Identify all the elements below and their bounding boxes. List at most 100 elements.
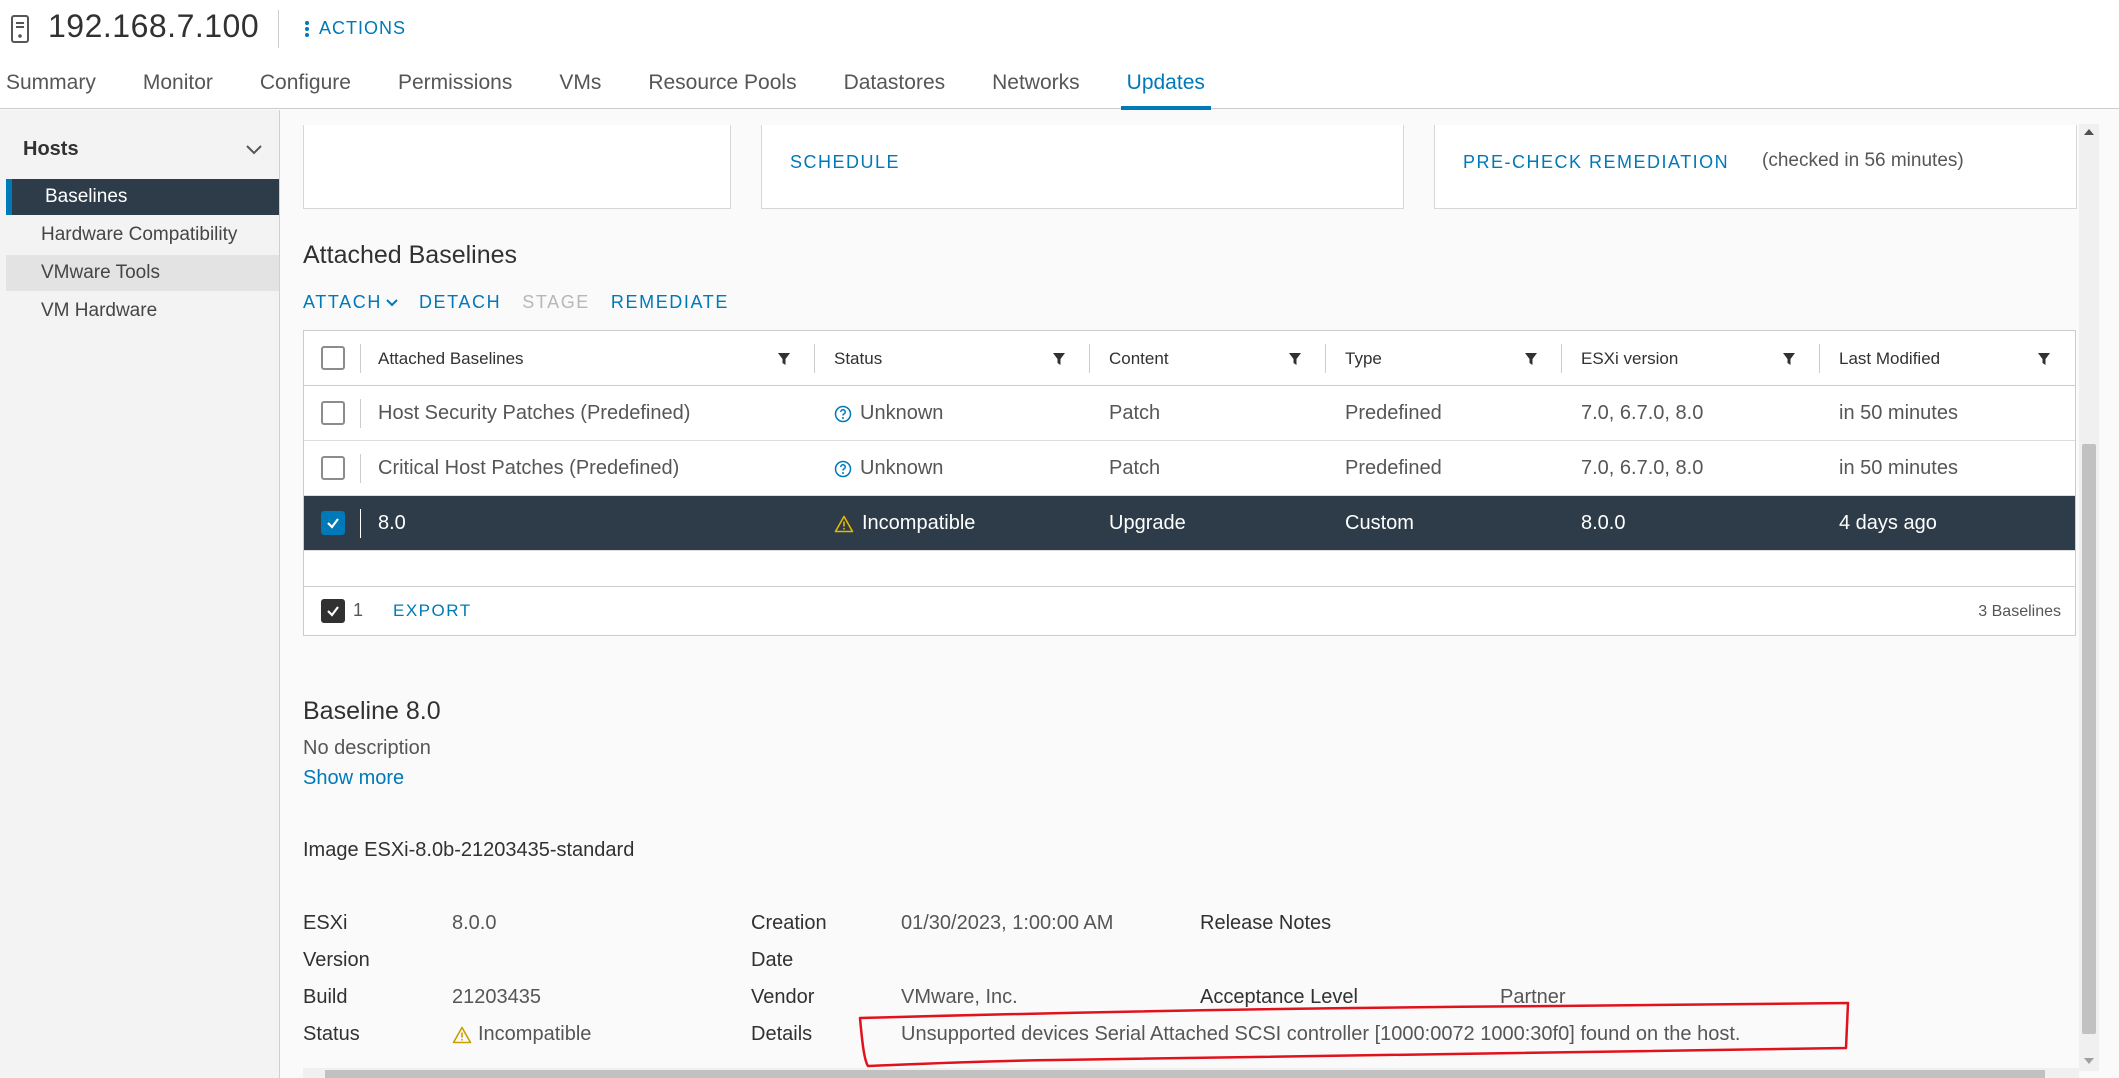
column-header-type[interactable]: Type <box>1345 331 1382 386</box>
status-text: Unknown <box>860 402 944 424</box>
filter-icon[interactable] <box>1524 352 1538 366</box>
horizontal-scrollbar-thumb[interactable] <box>325 1070 2045 1078</box>
column-header-esxi-version[interactable]: ESXi version <box>1581 331 1678 386</box>
baseline-content: Patch <box>1109 457 1161 479</box>
table-row[interactable]: Critical Host Patches (Predefined) Unkno… <box>304 441 2075 496</box>
column-header-attached-baselines[interactable]: Attached Baselines <box>378 331 524 386</box>
tab-vms[interactable]: VMs <box>553 66 607 109</box>
baseline-esxi-version: 7.0, 6.7.0, 8.0 <box>1581 457 1704 479</box>
baseline-last-modified: 4 days ago <box>1839 512 1937 534</box>
column-header-content[interactable]: Content <box>1109 331 1169 386</box>
question-circle-icon <box>834 405 852 423</box>
question-circle-icon <box>834 460 852 478</box>
acceptance-level-label: Acceptance Level <box>1200 986 1358 1008</box>
column-header-last-modified[interactable]: Last Modified <box>1839 331 1940 386</box>
chevron-down-icon <box>246 144 262 154</box>
precheck-remediation-link[interactable]: PRE-CHECK REMEDIATION <box>1463 152 1729 173</box>
tab-monitor[interactable]: Monitor <box>137 66 219 109</box>
filter-icon[interactable] <box>777 352 791 366</box>
kebab-icon <box>305 19 311 39</box>
version-label: Version <box>303 949 370 971</box>
detach-button[interactable]: DETACH <box>419 292 501 313</box>
select-all-checkbox[interactable] <box>321 346 345 370</box>
baseline-name: Critical Host Patches (Predefined) <box>378 457 680 479</box>
remediate-button[interactable]: REMEDIATE <box>611 292 729 313</box>
vertical-scrollbar-thumb[interactable] <box>2082 444 2096 1034</box>
scroll-down-icon[interactable] <box>2079 1053 2099 1069</box>
baseline-esxi-version: 8.0.0 <box>1581 512 1626 534</box>
actions-label: ACTIONS <box>319 18 407 38</box>
build-label: Build <box>303 986 348 1008</box>
show-more-link[interactable]: Show more <box>303 767 404 790</box>
object-header: 192.168.7.100 ACTIONS Summary Monitor Co… <box>0 0 2119 110</box>
filter-icon[interactable] <box>1288 352 1302 366</box>
filter-icon[interactable] <box>1052 352 1066 366</box>
status-value: Incompatible <box>452 1023 591 1046</box>
attach-button[interactable]: ATTACH <box>303 292 398 313</box>
details-label: Details <box>751 1023 813 1045</box>
baseline-last-modified: in 50 minutes <box>1839 402 1958 424</box>
attached-baselines-title: Attached Baselines <box>303 241 518 269</box>
tab-permissions[interactable]: Permissions <box>392 66 518 109</box>
row-checkbox-checked[interactable] <box>321 511 345 535</box>
row-checkbox[interactable] <box>321 456 345 480</box>
baseline-type: Custom <box>1345 512 1414 534</box>
vertical-scrollbar[interactable] <box>2079 124 2099 1071</box>
baseline-description: No description <box>303 737 431 759</box>
tab-summary[interactable]: Summary <box>0 66 102 109</box>
tab-configure[interactable]: Configure <box>254 66 357 109</box>
schedule-link[interactable]: SCHEDULE <box>790 152 900 173</box>
table-row-selected[interactable]: 8.0 Incompatible Upgrade Custom 8.0.0 4 … <box>304 496 2075 551</box>
export-button[interactable]: EXPORT <box>393 601 472 621</box>
host-title: 192.168.7.100 <box>48 8 260 44</box>
column-separator <box>814 344 815 373</box>
sidebar-item-vmware-tools[interactable]: VMware Tools <box>6 255 279 291</box>
scroll-up-icon[interactable] <box>2079 124 2099 140</box>
baseline-name: 8.0 <box>378 512 406 534</box>
baseline-esxi-version: 7.0, 6.7.0, 8.0 <box>1581 402 1704 424</box>
baseline-type: Predefined <box>1345 457 1442 479</box>
date-label: Date <box>751 949 794 971</box>
grid-footer: 1 EXPORT 3 Baselines <box>304 586 2075 635</box>
tab-updates[interactable]: Updates <box>1120 66 1212 110</box>
actions-button[interactable]: ACTIONS <box>305 18 406 39</box>
precheck-note: (checked in 56 minutes) <box>1762 150 1964 171</box>
column-separator <box>360 399 361 428</box>
caret-down-icon <box>386 298 398 306</box>
card-blank <box>303 125 731 209</box>
baseline-content: Upgrade <box>1109 512 1186 534</box>
filter-icon[interactable] <box>1782 352 1796 366</box>
status-text: Incompatible <box>862 512 976 534</box>
sidebar-item-hardware-compatibility[interactable]: Hardware Compatibility <box>6 217 279 253</box>
sidebar-item-baselines[interactable]: Baselines <box>6 179 279 215</box>
baselines-grid: Attached Baselines Status Content Type E… <box>303 330 2076 636</box>
table-row[interactable]: Host Security Patches (Predefined) Unkno… <box>304 386 2075 441</box>
stage-button: STAGE <box>522 292 590 312</box>
row-checkbox[interactable] <box>321 401 345 425</box>
creation-label: Creation <box>751 912 827 934</box>
tab-datastores[interactable]: Datastores <box>838 66 952 109</box>
attach-label: ATTACH <box>303 292 382 312</box>
horizontal-scrollbar[interactable] <box>303 1068 2079 1078</box>
column-separator <box>1819 344 1820 373</box>
filter-icon[interactable] <box>2037 352 2051 366</box>
warning-icon <box>452 1026 472 1044</box>
baseline-detail-title: Baseline 8.0 <box>303 697 441 725</box>
baseline-total: 3 Baselines <box>1978 603 2061 620</box>
esxi-version-value: 8.0.0 <box>452 912 497 934</box>
column-separator <box>1089 344 1090 373</box>
sidebar-item-vm-hardware[interactable]: VM Hardware <box>6 293 279 329</box>
baseline-status: Unknown <box>834 386 943 441</box>
tab-resource-pools[interactable]: Resource Pools <box>642 66 802 109</box>
sidebar-group-hosts[interactable]: Hosts <box>23 138 263 161</box>
tab-networks[interactable]: Networks <box>986 66 1086 109</box>
selection-checkbox[interactable] <box>321 599 345 623</box>
baseline-status: Unknown <box>834 441 943 496</box>
column-separator <box>360 509 361 538</box>
column-header-status[interactable]: Status <box>834 331 882 386</box>
tab-bar: Summary Monitor Configure Permissions VM… <box>0 66 1246 110</box>
check-icon <box>327 518 339 529</box>
esxi-label: ESXi <box>303 912 348 934</box>
baseline-type: Predefined <box>1345 402 1442 424</box>
creation-date-value: 01/30/2023, 1:00:00 AM <box>901 912 1114 934</box>
